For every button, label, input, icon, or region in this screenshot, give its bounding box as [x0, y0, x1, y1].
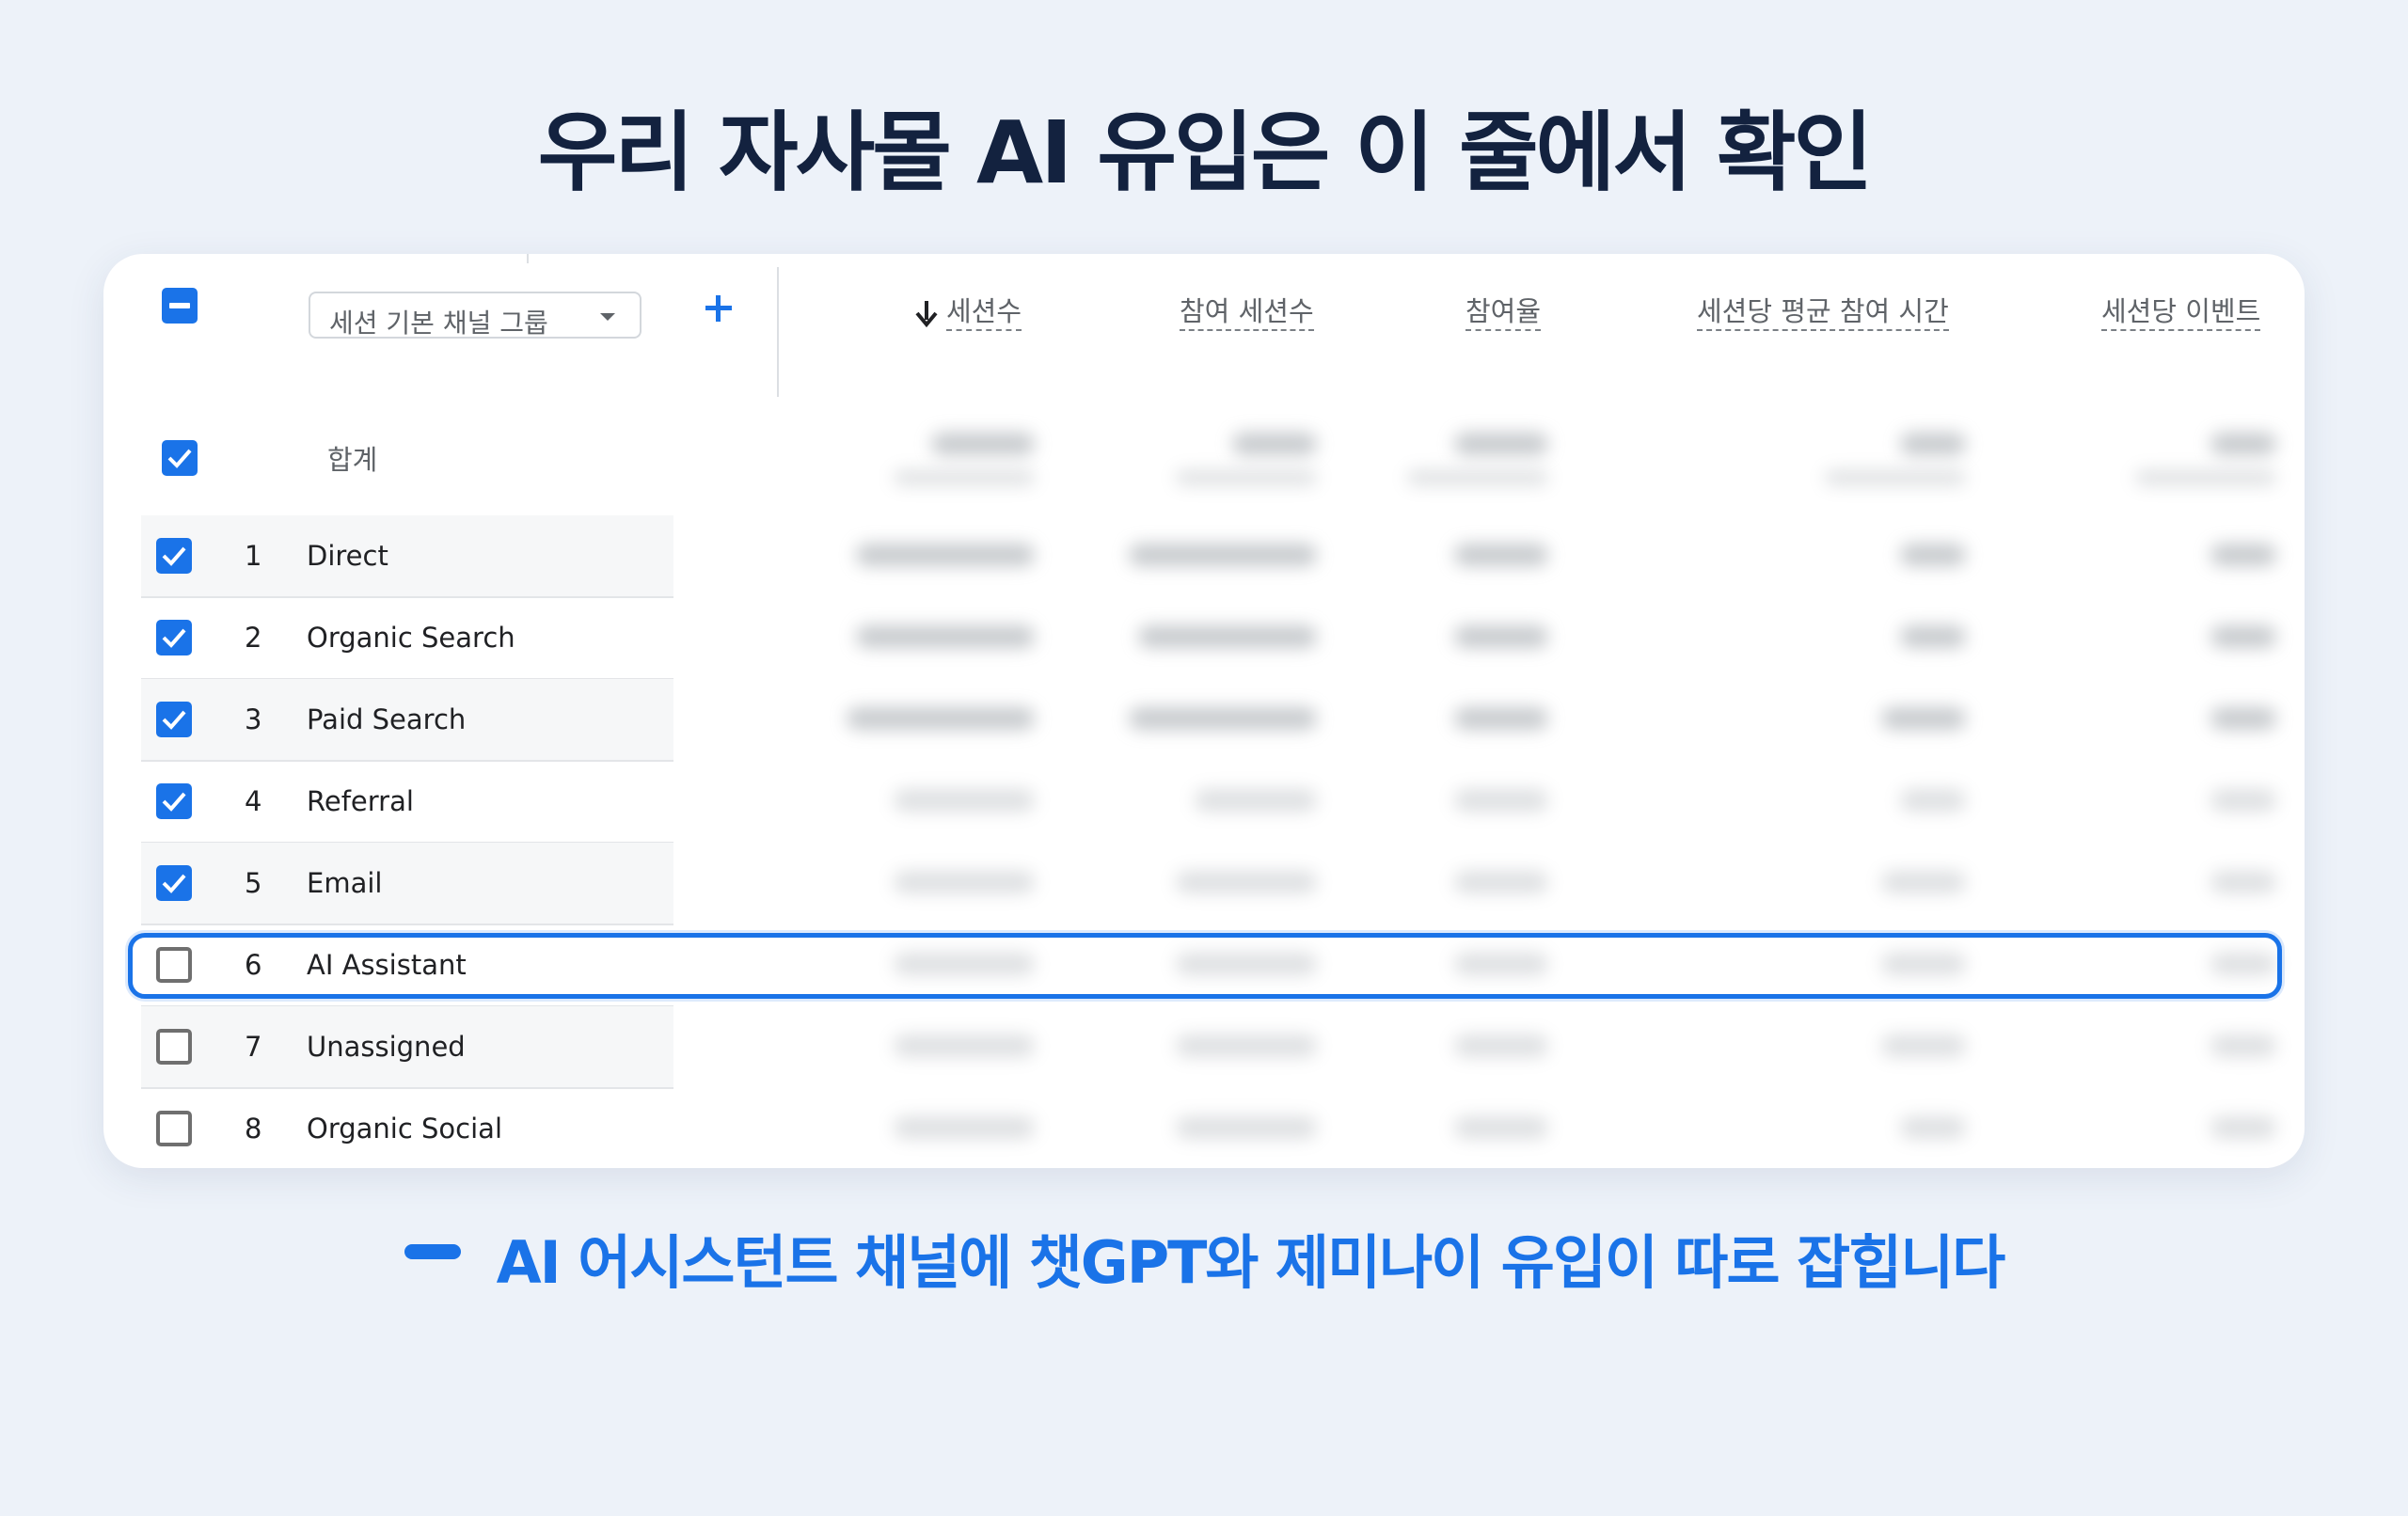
- row-number: 3: [245, 703, 262, 735]
- column-divider-top: [527, 254, 529, 263]
- total-label: 합계: [327, 444, 378, 476]
- blurred-value: [894, 789, 1035, 812]
- table-row[interactable]: 4 Referral: [141, 761, 673, 844]
- column-header-avg-engagement-time[interactable]: 세션당 평균 참여 시간: [1697, 290, 1949, 331]
- column-header-events-per-session[interactable]: 세션당 이벤트: [2101, 290, 2261, 331]
- column-header-label: 세션당 평균 참여 시간: [1697, 295, 1949, 331]
- blurred-value: [894, 470, 1035, 485]
- row-checkbox[interactable]: [156, 620, 192, 655]
- blurred-value: [1900, 544, 1966, 566]
- blurred-value: [1407, 470, 1548, 485]
- row-channel-name: Unassigned: [307, 1031, 466, 1063]
- row-channel-name: Direct: [307, 540, 388, 572]
- blurred-value: [894, 871, 1035, 893]
- blurred-value: [1900, 1116, 1966, 1139]
- row-checkbox[interactable]: [156, 538, 192, 574]
- report-table-card: 세션 기본 채널 그룹 세션수 참여 세션수 참여율 세션당 평균 참여 시간 …: [103, 254, 2305, 1168]
- ai-assistant-row-highlight: [128, 933, 2282, 999]
- row-checkbox[interactable]: [156, 1029, 192, 1065]
- blurred-value: [1232, 433, 1317, 455]
- blurred-value: [1454, 625, 1548, 648]
- blurred-value: [894, 1116, 1035, 1139]
- blurred-value: [1454, 707, 1548, 730]
- row-number: 2: [245, 622, 262, 654]
- column-header-sessions[interactable]: 세션수: [914, 290, 1022, 331]
- blurred-value: [1454, 871, 1548, 893]
- row-number: 5: [245, 867, 262, 899]
- blurred-value: [1881, 707, 1966, 730]
- dimension-select[interactable]: 세션 기본 채널 그룹: [309, 292, 642, 339]
- row-checkbox[interactable]: [156, 865, 192, 901]
- column-header-engaged-sessions[interactable]: 참여 세션수: [1180, 290, 1314, 331]
- caption-text: AI 어시스턴트 채널에 챗GPT와 제미나이 유입이 따로 잡힙니다: [496, 1228, 2006, 1297]
- blurred-value: [1454, 544, 1548, 566]
- blurred-value: [1195, 789, 1317, 812]
- blurred-value: [894, 1034, 1035, 1057]
- dropdown-caret-icon: [600, 313, 615, 321]
- table-row[interactable]: 5 Email: [141, 843, 673, 925]
- blurred-value: [1900, 433, 1966, 455]
- blurred-value: [1176, 1034, 1317, 1057]
- blurred-value: [856, 625, 1035, 648]
- blurred-value: [1454, 1116, 1548, 1139]
- blurred-value: [1176, 1116, 1317, 1139]
- blurred-value: [2210, 1034, 2276, 1057]
- blurred-value: [1454, 789, 1548, 812]
- table-row[interactable]: 8 Organic Social: [141, 1088, 673, 1168]
- blurred-value: [1129, 544, 1317, 566]
- caption: AI 어시스턴트 채널에 챗GPT와 제미나이 유입이 따로 잡힙니다: [0, 1215, 2408, 1300]
- blurred-value: [2210, 789, 2276, 812]
- column-header-engagement-rate[interactable]: 참여율: [1465, 290, 1542, 331]
- row-checkbox[interactable]: [156, 702, 192, 737]
- blurred-value: [1900, 625, 1966, 648]
- row-channel-name: Organic Social: [307, 1113, 502, 1145]
- blurred-value: [1454, 1034, 1548, 1057]
- blurred-value: [2210, 433, 2276, 455]
- table-row[interactable]: 1 Direct: [141, 515, 673, 598]
- select-all-checkbox[interactable]: [162, 288, 198, 324]
- blurred-value: [856, 544, 1035, 566]
- blurred-value: [1881, 1034, 1966, 1057]
- table-row[interactable]: 7 Unassigned: [141, 1006, 673, 1089]
- blurred-value: [931, 433, 1035, 455]
- caption-dash-icon: [404, 1244, 461, 1259]
- column-header-label: 참여율: [1465, 295, 1542, 331]
- total-checkbox[interactable]: [162, 440, 198, 476]
- blurred-value: [1138, 625, 1317, 648]
- table-row[interactable]: 2 Organic Search: [141, 597, 673, 680]
- table-row[interactable]: 3 Paid Search: [141, 679, 673, 762]
- row-number: 8: [245, 1113, 262, 1145]
- blurred-value: [1900, 789, 1966, 812]
- page-title: 우리 자사몰 AI 유입은 이 줄에서 확인: [537, 103, 1874, 203]
- blurred-value: [1454, 433, 1548, 455]
- row-number: 1: [245, 540, 262, 572]
- row-channel-name: Email: [307, 867, 383, 899]
- blurred-value: [2210, 1116, 2276, 1139]
- column-divider: [777, 267, 779, 397]
- blurred-value: [2135, 470, 2276, 485]
- add-dimension-plus-icon[interactable]: [700, 290, 737, 327]
- blurred-value: [1881, 871, 1966, 893]
- row-number: 4: [245, 785, 262, 817]
- dimension-select-label: 세션 기본 채널 그룹: [329, 308, 548, 339]
- row-number: 7: [245, 1031, 262, 1063]
- row-checkbox[interactable]: [156, 1111, 192, 1146]
- row-checkbox[interactable]: [156, 783, 192, 819]
- blurred-value: [2210, 871, 2276, 893]
- blurred-value: [2210, 707, 2276, 730]
- blurred-value: [1825, 470, 1966, 485]
- column-header-label: 세션수: [946, 295, 1022, 331]
- blurred-value: [847, 707, 1035, 730]
- row-channel-name: Paid Search: [307, 703, 467, 735]
- blurred-value: [1176, 470, 1317, 485]
- row-channel-name: Referral: [307, 785, 414, 817]
- row-channel-name: Organic Search: [307, 622, 515, 654]
- blurred-value: [1129, 707, 1317, 730]
- blurred-value: [2210, 544, 2276, 566]
- sort-descending-arrow-icon[interactable]: [914, 299, 939, 327]
- column-header-label: 참여 세션수: [1180, 295, 1314, 331]
- blurred-value: [2210, 625, 2276, 648]
- blurred-value: [1176, 871, 1317, 893]
- column-header-label: 세션당 이벤트: [2101, 295, 2261, 331]
